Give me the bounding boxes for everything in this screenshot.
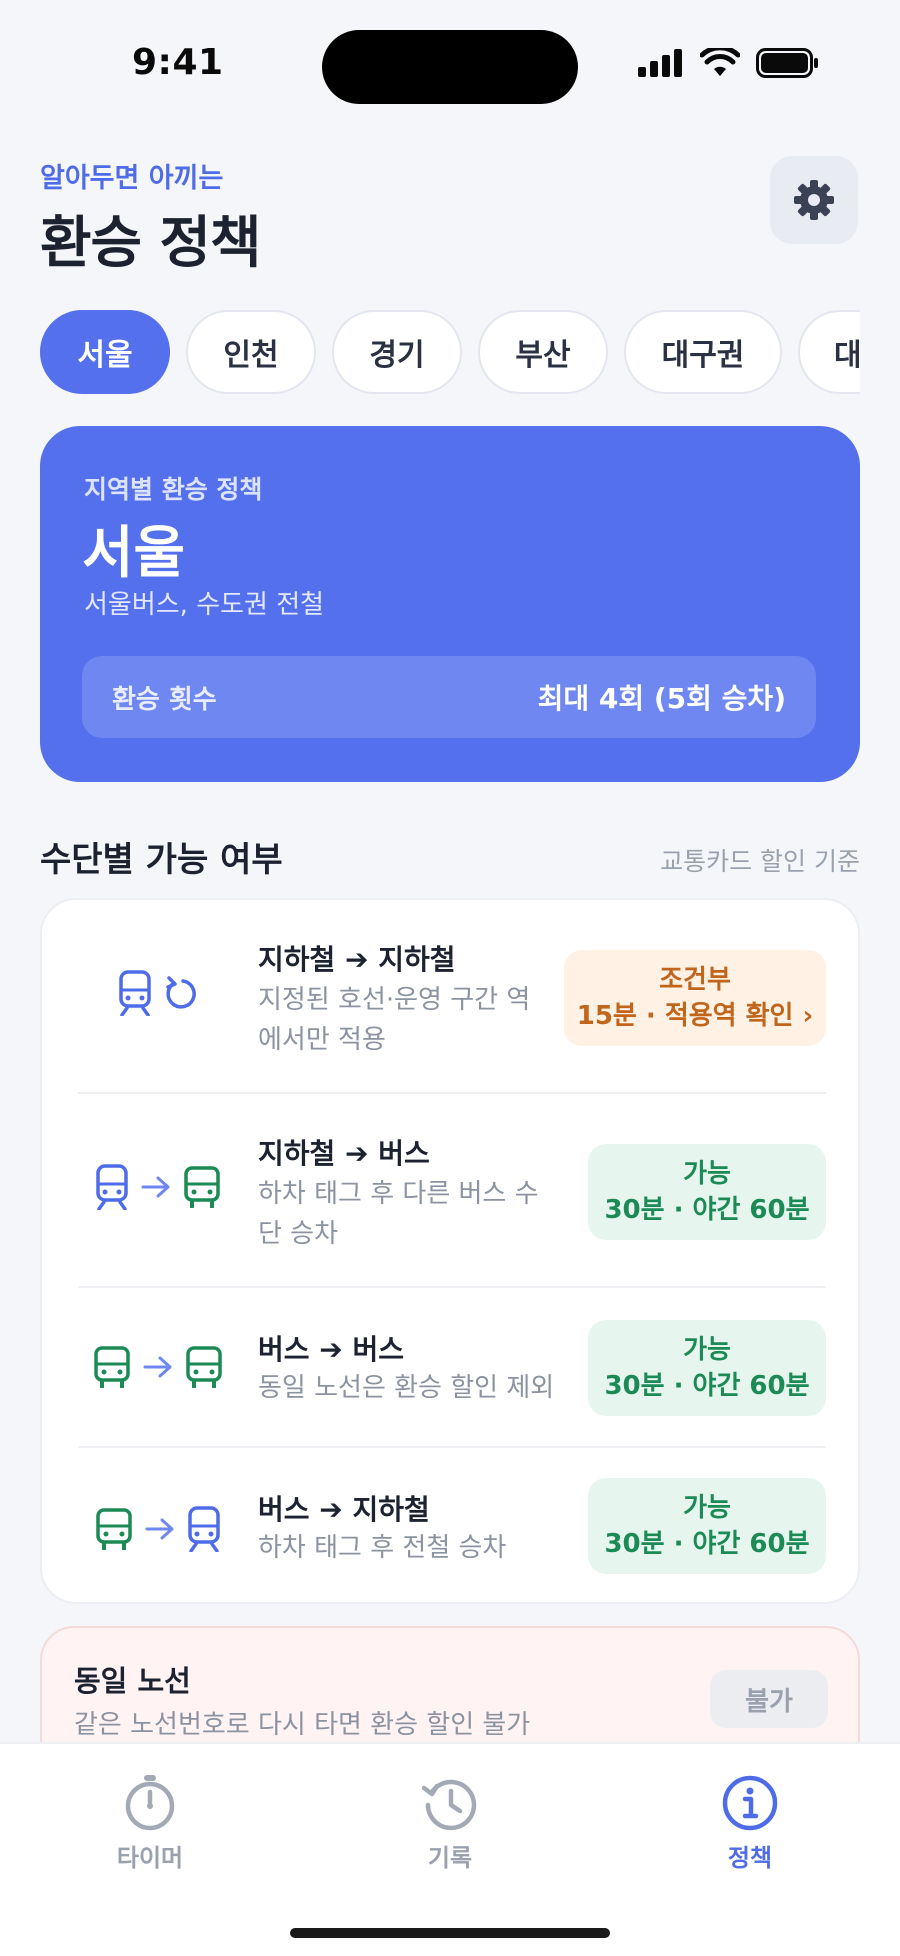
list-item: 버스 ➔ 지하철 하차 태그 후 전철 승차 가능 30분 · 야간 60분 — [78, 1448, 826, 1606]
rule-status: 조건부 — [659, 965, 731, 995]
rule-title: 지하철 ➔ 버스 — [258, 1137, 430, 1170]
transfer-count-label: 환승 횟수 — [112, 684, 217, 715]
subway-icon — [188, 1506, 220, 1552]
tab-history[interactable]: 기록 — [380, 1774, 520, 1873]
rule-status-badge: 가능 30분 · 야간 60분 — [588, 1320, 826, 1416]
subway-icon — [96, 1164, 128, 1210]
rule-status: 가능 — [683, 1335, 731, 1365]
screen: 9:41 알아두면 아끼는 환승 정책 서울 인천 경기 부산 대구권 대 지역… — [0, 0, 900, 1956]
wifi-icon — [700, 48, 740, 76]
same-route-description: 같은 노선번호로 다시 타면 환승 할인 불가 — [74, 1710, 531, 1740]
tab-timer[interactable]: 타이머 — [80, 1774, 220, 1873]
rule-title: 버스 ➔ 버스 — [258, 1333, 404, 1366]
info-icon — [722, 1775, 778, 1831]
section-note: 교통카드 할인 기준 — [660, 847, 860, 876]
arrow-right-icon — [143, 1356, 172, 1378]
region-chips: 서울 인천 경기 부산 대구권 대 — [40, 310, 860, 396]
rule-status-badge: 가능 30분 · 야간 60분 — [588, 1478, 826, 1574]
status-time: 9:41 — [132, 42, 224, 83]
mode-icons — [78, 1506, 238, 1552]
status-bar: 9:41 — [0, 0, 900, 130]
list-item: 지하철 ➔ 버스 하차 태그 후 다른 버스 수단 승차 가능 30분 · 야간… — [78, 1094, 826, 1288]
home-indicator — [290, 1928, 610, 1938]
arrow-right-icon — [141, 1176, 170, 1198]
transfer-rules-card: 지하철 ➔ 지하철 지정된 호선·운영 구간 역에서만 적용 조건부 15분 ·… — [40, 898, 860, 1604]
mode-icons — [78, 1346, 238, 1388]
header-eyebrow: 알아두면 아끼는 — [40, 163, 224, 194]
tab-label: 정책 — [727, 1844, 773, 1872]
chip-region-busan[interactable]: 부산 — [478, 310, 608, 394]
region-policy-card: 지역별 환승 정책 서울 서울버스, 수도권 전철 환승 횟수 최대 4회 (5… — [40, 426, 860, 782]
subway-icon — [119, 970, 151, 1016]
rule-status: 가능 — [683, 1159, 731, 1189]
rule-detail: 30분 · 야간 60분 — [604, 1371, 810, 1401]
rule-title: 버스 ➔ 지하철 — [258, 1493, 430, 1526]
rule-description: 지정된 호선·운영 구간 역에서만 적용 — [258, 985, 531, 1055]
rule-description: 하차 태그 후 전철 승차 — [258, 1533, 507, 1563]
rule-status: 가능 — [683, 1493, 731, 1523]
arrow-right-icon — [145, 1518, 174, 1540]
page-title: 환승 정책 — [40, 211, 262, 276]
tab-label: 기록 — [427, 1844, 473, 1872]
transfer-count-row: 환승 횟수 최대 4회 (5회 승차) — [82, 656, 816, 738]
rule-detail: 30분 · 야간 60분 — [604, 1529, 810, 1559]
dynamic-island — [322, 30, 578, 104]
bus-icon — [184, 1166, 220, 1208]
list-item: 버스 ➔ 버스 동일 노선은 환승 할인 제외 가능 30분 · 야간 60분 — [78, 1288, 826, 1448]
battery-icon — [756, 48, 818, 78]
settings-button[interactable] — [770, 156, 858, 244]
hero-label: 지역별 환승 정책 — [84, 475, 263, 504]
transfer-count-value: 최대 4회 (5회 승차) — [537, 682, 786, 715]
bottom-tab-bar: 타이머 기록 정책 — [0, 1742, 900, 1956]
rule-status-badge[interactable]: 조건부 15분 · 적용역 확인 › — [564, 950, 826, 1046]
bus-icon — [186, 1346, 222, 1388]
mode-icons — [78, 970, 238, 1016]
bus-icon — [96, 1508, 132, 1550]
chip-region-daegu[interactable]: 대구권 — [624, 310, 782, 394]
rule-title: 지하철 ➔ 지하철 — [258, 943, 456, 976]
history-icon — [421, 1779, 477, 1831]
tab-policy[interactable]: 정책 — [680, 1774, 820, 1873]
mode-icons — [78, 1164, 238, 1210]
chip-region-incheon[interactable]: 인천 — [186, 310, 316, 394]
section-title: 수단별 가능 여부 — [40, 840, 283, 880]
chip-region-seoul[interactable]: 서울 — [40, 310, 170, 394]
rule-detail: 30분 · 야간 60분 — [604, 1195, 810, 1225]
rule-description: 하차 태그 후 다른 버스 수단 승차 — [258, 1179, 539, 1249]
rule-status-badge: 가능 30분 · 야간 60분 — [588, 1144, 826, 1240]
stopwatch-icon — [125, 1775, 175, 1831]
bus-icon — [94, 1346, 130, 1388]
gear-icon — [794, 180, 834, 220]
chip-region-gyeonggi[interactable]: 경기 — [332, 310, 462, 394]
refresh-icon — [166, 976, 196, 1009]
list-item[interactable]: 지하철 ➔ 지하철 지정된 호선·운영 구간 역에서만 적용 조건부 15분 ·… — [78, 900, 826, 1094]
same-route-status-badge: 불가 — [710, 1670, 828, 1728]
hero-description: 서울버스, 수도권 전철 — [84, 590, 325, 620]
signal-icon — [638, 49, 682, 77]
rule-description: 동일 노선은 환승 할인 제외 — [258, 1373, 555, 1403]
hero-city: 서울 — [82, 521, 186, 586]
status-icons — [638, 48, 820, 78]
chip-region-partial[interactable]: 대 — [798, 310, 860, 394]
same-route-title: 동일 노선 — [74, 1664, 191, 1698]
rule-detail: 15분 · 적용역 확인 › — [576, 1001, 814, 1031]
tab-label: 타이머 — [116, 1844, 184, 1872]
